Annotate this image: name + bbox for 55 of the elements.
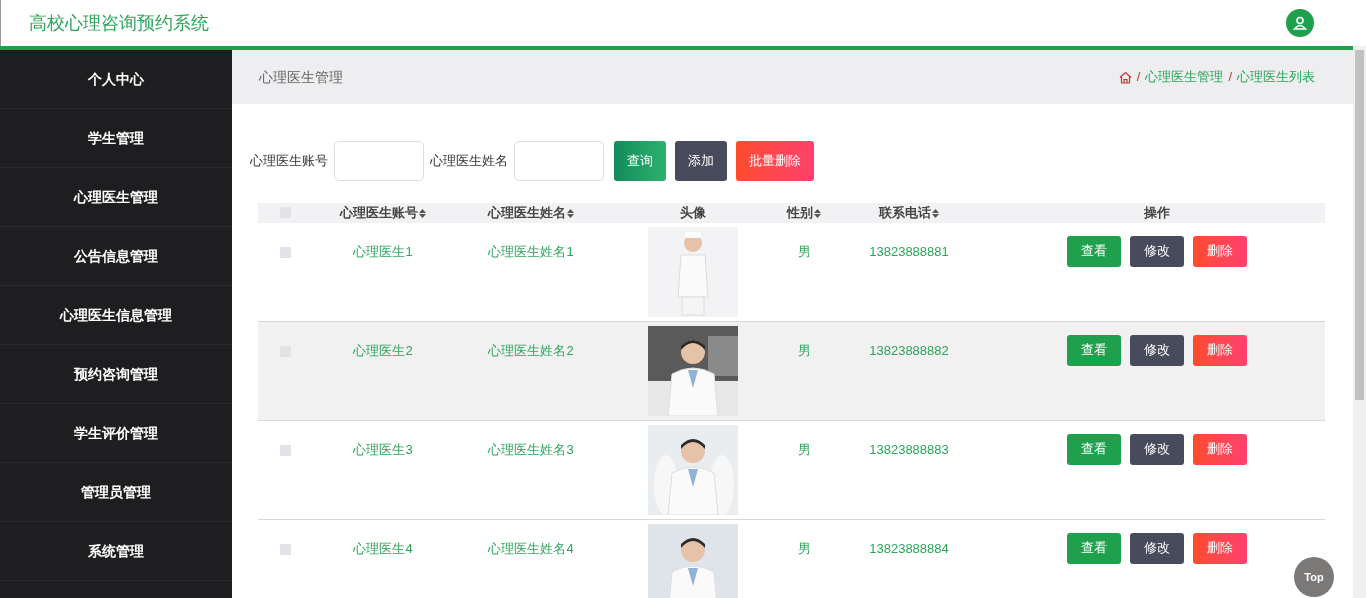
sidebar-item[interactable]: 学生评价管理 xyxy=(0,404,232,463)
table-cell-text: 心理医生姓名1 xyxy=(488,242,574,261)
scrollbar-thumb[interactable] xyxy=(1355,50,1364,400)
checkbox[interactable] xyxy=(279,246,291,258)
column-header[interactable]: 联系电话 xyxy=(879,203,939,223)
column-header[interactable]: 心理医生账号 xyxy=(340,203,426,223)
breadcrumb-separator: / xyxy=(1136,68,1141,87)
checkbox[interactable] xyxy=(279,543,291,555)
table-cell-text: 13823888881 xyxy=(869,242,949,261)
table-cell-text: 心理医生姓名2 xyxy=(488,341,574,360)
edit-button[interactable]: 修改 xyxy=(1129,532,1184,564)
table-cell-text: 男 xyxy=(797,539,811,558)
sort-icon[interactable] xyxy=(932,209,939,219)
table-cell-text: 13823888884 xyxy=(869,539,949,558)
sort-icon[interactable] xyxy=(814,209,821,219)
field-label: 心理医生姓名 xyxy=(430,152,508,171)
checkbox[interactable] xyxy=(279,444,291,456)
add-button[interactable]: 添加 xyxy=(675,141,727,181)
column-header[interactable]: 心理医生姓名 xyxy=(488,203,574,223)
table-cell-text: 男 xyxy=(797,242,811,261)
edit-button[interactable]: 修改 xyxy=(1129,235,1184,267)
table-cell-text: 心理医生姓名4 xyxy=(488,539,574,558)
table-cell-text: 心理医生2 xyxy=(353,341,413,360)
table-cell-text: 13823888882 xyxy=(869,341,949,360)
search-field[interactable] xyxy=(334,141,424,181)
user-icon xyxy=(1293,16,1307,30)
table-cell-text: 心理医生3 xyxy=(353,440,413,459)
column-header: 头像 xyxy=(680,204,706,222)
table-cell-text: 心理医生1 xyxy=(353,242,413,261)
query-button[interactable]: 查询 xyxy=(614,141,666,181)
column-header[interactable]: 性别 xyxy=(787,203,821,223)
sidebar-item[interactable]: 系统管理 xyxy=(0,522,232,581)
edit-button[interactable]: 修改 xyxy=(1129,334,1184,366)
table-cell-text: 男 xyxy=(797,440,811,459)
table-cell-text: 13823888883 xyxy=(869,440,949,459)
sort-icon[interactable] xyxy=(567,209,574,219)
sidebar-item[interactable]: 预约咨询管理 xyxy=(0,345,232,404)
table-cell-text: 心理医生姓名3 xyxy=(488,440,574,459)
sidebar-item[interactable]: 管理员管理 xyxy=(0,463,232,522)
app-title: 高校心理咨询预约系统 xyxy=(29,11,209,35)
sidebar-item[interactable]: 公告信息管理 xyxy=(0,227,232,286)
table-cell-text: 男 xyxy=(797,341,811,360)
sidebar-item[interactable]: 心理医生管理 xyxy=(0,168,232,227)
column-header: 操作 xyxy=(1143,204,1170,222)
table-cell-text: 心理医生4 xyxy=(353,539,413,558)
edit-button[interactable]: 修改 xyxy=(1129,433,1184,465)
sidebar-item[interactable]: 学生管理 xyxy=(0,109,232,168)
sort-icon[interactable] xyxy=(419,209,426,219)
search-field[interactable] xyxy=(514,141,604,181)
page-title: 心理医生管理 xyxy=(259,67,343,87)
user-avatar-button[interactable] xyxy=(1286,9,1314,37)
home-icon[interactable] xyxy=(1118,70,1132,84)
field-label: 心理医生账号 xyxy=(250,152,328,171)
breadcrumb-separator: / xyxy=(1228,68,1232,87)
sidebar-item[interactable]: 心理医生信息管理 xyxy=(0,286,232,345)
